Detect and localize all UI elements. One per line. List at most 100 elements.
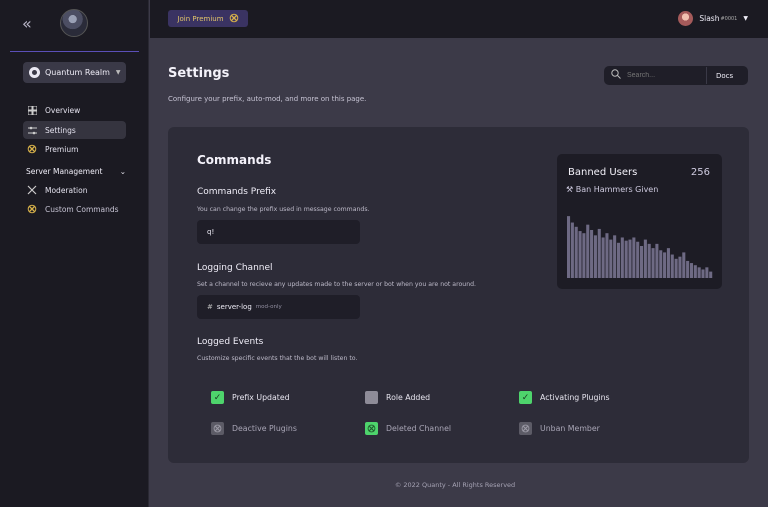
sidebar-item-label: Premium — [45, 144, 79, 154]
bar — [613, 235, 617, 278]
bar — [586, 224, 590, 278]
bar — [686, 260, 690, 278]
banned-users-widget: Banned Users 256 ⚒ Ban Hammers Given — [557, 154, 722, 289]
bar — [689, 263, 694, 278]
sidebar-item-label: Settings — [45, 125, 76, 135]
bar — [570, 222, 574, 278]
bar — [601, 237, 605, 278]
bar — [609, 239, 613, 278]
bar — [593, 235, 597, 278]
bar — [682, 252, 686, 278]
checkbox-checked-icon[interactable]: ✓ — [519, 391, 532, 404]
bar — [640, 246, 644, 278]
collapse-sidebar-icon[interactable]: « — [22, 14, 32, 33]
checkbox-checked-icon[interactable]: ✓ — [211, 391, 224, 404]
server-logo-icon — [29, 67, 40, 78]
bar — [701, 269, 705, 278]
premium-enabled-icon[interactable] — [365, 422, 378, 435]
card-title: Commands — [197, 153, 272, 167]
bar — [655, 243, 659, 278]
checkbox-unchecked-icon[interactable] — [365, 391, 378, 404]
search-bar: Docs — [604, 66, 748, 85]
user-name: Slash — [699, 14, 720, 23]
channel-note: mod-only — [255, 304, 282, 310]
bar — [663, 252, 667, 278]
join-premium-button[interactable]: Join Premium — [168, 10, 248, 27]
sidebar-item-label: Overview — [45, 105, 81, 115]
logging-description: Set a channel to recieve any updates mad… — [197, 281, 477, 288]
user-tag: #0001 — [720, 15, 738, 22]
channel-name: server-log — [216, 303, 252, 311]
bar — [643, 239, 647, 278]
event-role-added[interactable]: Role Added — [365, 391, 430, 404]
premium-icon — [229, 13, 239, 25]
divider — [706, 67, 707, 84]
sidebar-item-moderation[interactable]: Moderation — [23, 181, 126, 199]
sidebar-item-label: Custom Commands — [45, 204, 119, 214]
prefix-label: Commands Prefix — [197, 187, 277, 197]
sidebar-divider — [10, 51, 139, 52]
events-label: Logged Events — [197, 337, 264, 347]
user-menu[interactable]: Slash #0001 ▼ — [678, 11, 748, 26]
bar — [632, 237, 636, 278]
search-input[interactable] — [627, 72, 702, 79]
search-icon — [611, 69, 623, 82]
grid-icon — [27, 105, 37, 115]
server-selector[interactable]: Quantum Realm ▼ — [23, 62, 126, 83]
bar — [582, 233, 586, 278]
chevron-down-icon: ▼ — [115, 69, 121, 76]
logging-label: Logging Channel — [197, 263, 273, 273]
event-deleted-channel[interactable]: Deleted Channel — [365, 422, 451, 435]
bar — [628, 239, 632, 278]
bar — [693, 265, 697, 278]
footer-copyright: © 2022 Quanty - All Rights Reserved — [394, 481, 516, 489]
docs-button[interactable]: Docs — [716, 72, 733, 80]
join-premium-label: Join Premium — [177, 14, 224, 23]
chevron-down-icon: ⌄ — [119, 167, 126, 176]
server-management-section[interactable]: Server Management ⌄ — [26, 167, 126, 176]
premium-icon — [27, 144, 37, 154]
sidebar-item-overview[interactable]: Overview — [23, 101, 126, 119]
tools-icon — [27, 185, 37, 195]
event-activating-plugins[interactable]: ✓ Activating Plugins — [519, 391, 610, 404]
sidebar-item-settings[interactable]: Settings — [23, 121, 126, 139]
event-deactive-plugins[interactable]: Deactive Plugins — [211, 422, 297, 435]
bar — [567, 216, 571, 278]
banned-subtitle-text: Ban Hammers Given — [575, 185, 659, 194]
bar — [705, 267, 709, 278]
event-prefix-updated[interactable]: ✓ Prefix Updated — [211, 391, 290, 404]
event-label: Role Added — [386, 393, 431, 402]
bar — [647, 243, 651, 278]
bar — [666, 248, 670, 278]
banned-count: 256 — [690, 167, 710, 178]
event-unban-member[interactable]: Unban Member — [519, 422, 600, 435]
bar — [597, 228, 601, 278]
prefix-input[interactable]: q! — [197, 220, 360, 244]
prefix-description: You can change the prefix used in messag… — [197, 206, 370, 213]
events-description: Customize specific events that the bot w… — [197, 355, 358, 362]
prefix-value: q! — [207, 228, 215, 236]
server-name: Quantum Realm — [45, 68, 110, 77]
bar — [574, 226, 578, 278]
bar — [674, 258, 678, 278]
avatar — [678, 11, 694, 26]
bar — [678, 256, 682, 278]
page-title: Settings — [168, 66, 230, 81]
chevron-down-icon: ▼ — [743, 15, 748, 22]
premium-icon — [27, 204, 37, 214]
banned-title: Banned Users — [568, 167, 638, 178]
bot-avatar — [60, 9, 88, 37]
section-label: Server Management — [26, 167, 103, 176]
channel-select[interactable]: # server-log mod-only — [197, 295, 360, 319]
bar — [578, 231, 582, 278]
event-label: Activating Plugins — [540, 393, 610, 402]
sidebar-item-custom-commands[interactable]: Custom Commands — [23, 200, 126, 218]
bar — [697, 267, 701, 278]
premium-lock-icon[interactable] — [519, 422, 532, 435]
event-label: Unban Member — [540, 424, 600, 433]
bar — [659, 250, 663, 278]
sidebar-item-premium[interactable]: Premium — [23, 140, 126, 158]
premium-lock-icon[interactable] — [211, 422, 224, 435]
bar — [616, 242, 621, 278]
bar — [709, 271, 713, 278]
